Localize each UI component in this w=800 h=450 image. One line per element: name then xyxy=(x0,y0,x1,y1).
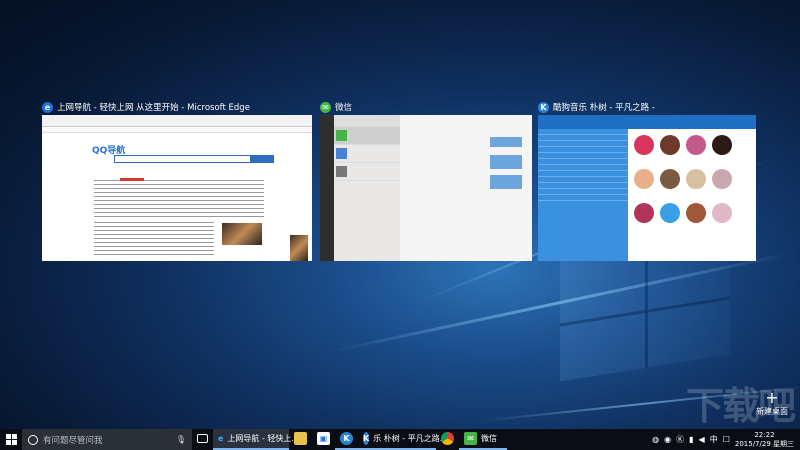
volume-icon[interactable]: ◀ xyxy=(699,435,705,444)
hot-link xyxy=(120,178,144,181)
window-thumbnail[interactable]: QQ导航 xyxy=(42,115,312,261)
taskbar-button-kugou-song[interactable]: K 乐 朴树 - 平凡之路... xyxy=(358,429,447,450)
ime-icon[interactable]: 中 xyxy=(710,434,718,445)
clock[interactable]: 22:22 2015/7/29 星期三 xyxy=(735,431,794,449)
window-thumbnail[interactable] xyxy=(320,115,532,261)
kugou-icon: K xyxy=(340,432,353,445)
search-placeholder: 有问题尽管问我 xyxy=(43,435,103,446)
taskbar-button-chrome[interactable] xyxy=(436,429,459,450)
cortana-icon xyxy=(28,434,38,445)
watermark: 下载吧 xyxy=(685,384,796,428)
file-explorer-icon xyxy=(294,432,307,445)
kugou-icon: K xyxy=(538,101,549,113)
task-view-window-edge[interactable]: e 上网导航 - 轻快上网 从这里开始 - Microsoft Edge QQ导… xyxy=(42,99,312,261)
wechat-icon: ✉ xyxy=(320,101,331,113)
taskbar-button-file-explorer[interactable] xyxy=(289,429,312,450)
chrome-icon xyxy=(441,432,454,445)
clock-date: 2015/7/29 星期三 xyxy=(734,439,794,448)
start-button[interactable] xyxy=(0,429,22,450)
window-title: 微信 xyxy=(335,103,353,113)
task-view-window-wechat[interactable]: ✉ 微信 xyxy=(320,99,532,261)
store-icon: ▣ xyxy=(317,432,330,445)
kugou-icon: K xyxy=(363,432,370,445)
news-photo xyxy=(222,223,262,245)
taskbar-button-kugou[interactable]: K xyxy=(335,429,358,450)
clock-time: 22:22 xyxy=(754,430,775,439)
taskbar: 有问题尽管问我 🎙 e 上网导航 - 轻快上... ▣ K K 乐 朴树 - 平… xyxy=(0,429,800,450)
windows-logo-icon xyxy=(5,434,17,445)
ad-photo xyxy=(290,235,308,261)
qq-tray-icon[interactable]: ◉ xyxy=(664,435,671,444)
network-icon[interactable]: ▮ xyxy=(689,435,693,444)
taskbar-button-edge[interactable]: e 上网导航 - 轻快上... xyxy=(213,429,299,450)
edge-icon: e xyxy=(42,101,53,113)
cortana-search-box[interactable]: 有问题尽管问我 🎙 xyxy=(22,429,192,450)
taskbar-button-wechat[interactable]: ✉ 微信 xyxy=(459,429,507,450)
wechat-icon: ✉ xyxy=(464,432,477,445)
kugou-tray-icon[interactable]: Ⓚ xyxy=(676,434,684,445)
action-center-icon[interactable]: ☐ xyxy=(723,435,730,444)
window-title: 酷狗音乐 朴树 - 平凡之路 - xyxy=(553,103,655,113)
task-view-window-kugou[interactable]: K 酷狗音乐 朴树 - 平凡之路 - xyxy=(538,99,756,261)
thumb-search-box xyxy=(114,155,274,163)
taskbar-button-store[interactable]: ▣ xyxy=(312,429,335,450)
task-view-button[interactable] xyxy=(192,429,213,450)
microphone-icon[interactable]: 🎙 xyxy=(176,435,186,444)
task-view-icon xyxy=(197,434,208,443)
system-tray: ◍ ◉ Ⓚ ▮ ◀ 中 ☐ 22:22 2015/7/29 星期三 xyxy=(652,431,800,449)
edge-icon: e xyxy=(218,434,224,443)
window-thumbnail[interactable] xyxy=(538,115,756,261)
side-links xyxy=(222,177,264,207)
taskbar-button-label: 微信 xyxy=(481,434,497,443)
window-title: 上网导航 - 轻快上网 从这里开始 - Microsoft Edge xyxy=(57,103,250,113)
link-grid xyxy=(94,219,214,257)
wechat-tray-icon[interactable]: ◍ xyxy=(652,435,659,444)
